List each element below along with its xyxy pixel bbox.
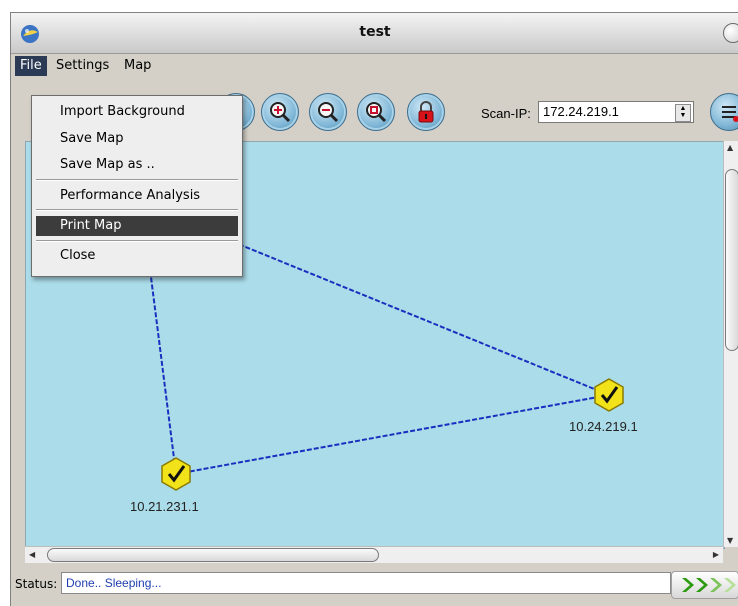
menu-item-save-map[interactable]: Save Map <box>36 129 238 149</box>
list-icon <box>722 106 738 122</box>
status-text: Done.. Sleeping... <box>61 572 671 594</box>
app-window: test File Settings Map Scan-IP: 172.24.2… <box>10 12 738 606</box>
scan-ip-input[interactable]: 172.24.219.1 ▲ ▼ <box>538 101 694 123</box>
menu-item-performance-analysis[interactable]: Performance Analysis <box>36 186 238 206</box>
window-control-button[interactable] <box>723 23 738 43</box>
menu-item-save-map-as[interactable]: Save Map as .. <box>36 155 238 175</box>
status-label: Status: <box>15 577 58 591</box>
scan-ip-label: Scan-IP: <box>481 106 531 121</box>
node-label: 10.21.231.1 <box>130 499 199 514</box>
zoom-in-icon <box>270 102 291 123</box>
menu-item-print-map[interactable]: Print Map <box>36 216 238 236</box>
menu-separator <box>36 240 238 242</box>
map-link <box>175 394 610 475</box>
menu-bar: File Settings Map <box>11 54 738 78</box>
map-link <box>225 238 610 396</box>
menu-item-import-background[interactable]: Import Background <box>36 102 238 122</box>
scroll-down-icon[interactable]: ▼ <box>727 536 733 545</box>
zoom-reset-icon <box>366 102 387 123</box>
menu-item-close[interactable]: Close <box>36 246 238 266</box>
node-label: 10.24.219.1 <box>569 419 638 434</box>
file-menu-dropdown: Import Background Save Map Save Map as .… <box>31 95 243 277</box>
menu-separator <box>36 179 238 181</box>
forward-arrows-icon <box>682 578 736 592</box>
zoom-out-icon <box>318 102 339 123</box>
status-bar: Status: Done.. Sleeping... <box>11 569 738 599</box>
lock-button[interactable] <box>407 93 445 131</box>
lock-icon <box>418 101 434 123</box>
vertical-scrollbar[interactable]: ▲ ▼ <box>723 141 738 547</box>
menu-file[interactable]: File <box>15 56 47 76</box>
window-title: test <box>359 24 391 40</box>
scroll-right-icon[interactable]: ▶ <box>713 550 719 559</box>
horizontal-scroll-thumb[interactable] <box>47 548 379 562</box>
list-toolbar-button[interactable] <box>710 93 738 131</box>
zoom-in-button[interactable] <box>261 93 299 131</box>
menu-map[interactable]: Map <box>119 56 156 76</box>
zoom-reset-button[interactable] <box>357 93 395 131</box>
node-10-21-231-1-icon[interactable] <box>161 457 191 491</box>
title-bar: test <box>11 13 738 54</box>
horizontal-scrollbar[interactable]: ◀ ▶ <box>25 546 723 563</box>
vertical-scroll-thumb[interactable] <box>725 169 738 351</box>
zoom-out-button[interactable] <box>309 93 347 131</box>
activity-indicator <box>671 571 738 599</box>
scroll-up-icon[interactable]: ▲ <box>727 143 733 152</box>
scroll-left-icon[interactable]: ◀ <box>29 550 35 559</box>
scan-ip-spinner[interactable]: ▲ ▼ <box>675 104 691 122</box>
menu-settings[interactable]: Settings <box>51 56 114 76</box>
menu-separator <box>36 209 238 211</box>
node-10-24-219-1-icon[interactable] <box>594 378 624 412</box>
scan-ip-value: 172.24.219.1 <box>543 104 619 119</box>
